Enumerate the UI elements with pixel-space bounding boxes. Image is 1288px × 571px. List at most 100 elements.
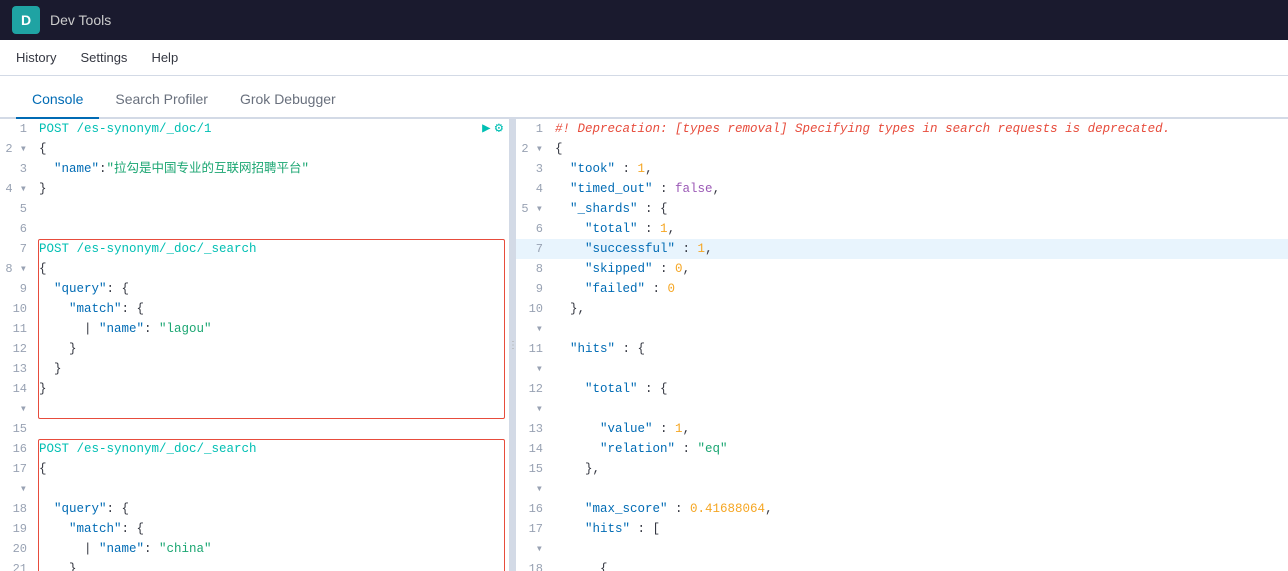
- line-num-13: 13: [0, 359, 35, 379]
- nav-history[interactable]: History: [16, 42, 56, 73]
- r-line-num-3: 3: [516, 159, 551, 179]
- code-line-13: 13 }: [0, 359, 509, 379]
- code-line-10: 10 "match": {: [0, 299, 509, 319]
- r-code-line-7: 7 "successful" : 1,: [516, 239, 1288, 259]
- line-content-20: | "name": "china": [35, 539, 509, 559]
- r-line-num-5: 5 ▾: [516, 199, 551, 219]
- code-line-20: 20 | "name": "china": [0, 539, 509, 559]
- nav-help[interactable]: Help: [151, 42, 178, 73]
- r-line-content-16: "max_score" : 0.41688064,: [551, 499, 1288, 519]
- line-num-12: 12: [0, 339, 35, 359]
- r-line-content-12: "total" : {: [551, 379, 1288, 399]
- line-num-6: 6: [0, 219, 35, 239]
- r-line-num-13: 13: [516, 419, 551, 439]
- bordered-block-1: 7 POST /es-synonym/_doc/_search 8 ▾ { 9 …: [0, 239, 509, 419]
- r-code-line-10: 10 ▾ },: [516, 299, 1288, 339]
- r-code-line-1: 1 #! Deprecation: [types removal] Specif…: [516, 119, 1288, 139]
- line-content-17: {: [35, 459, 509, 479]
- r-line-content-18: {: [551, 559, 1288, 571]
- nav-bar: History Settings Help: [0, 40, 1288, 76]
- line-content-14: }: [35, 379, 509, 399]
- r-line-content-2: {: [551, 139, 1288, 159]
- code-line-8: 8 ▾ {: [0, 259, 509, 279]
- run-button[interactable]: ▶: [482, 119, 490, 139]
- r-line-content-7: "successful" : 1,: [551, 239, 1288, 259]
- r-line-num-15: 15 ▾: [516, 459, 551, 499]
- line-num-3: 3: [0, 159, 35, 179]
- line-num-16: 16: [0, 439, 35, 459]
- code-line-15: 15: [0, 419, 509, 439]
- tab-search-profiler[interactable]: Search Profiler: [99, 81, 224, 119]
- r-line-content-10: },: [551, 299, 1288, 319]
- r-code-line-3: 3 "took" : 1,: [516, 159, 1288, 179]
- right-panel: 1 #! Deprecation: [types removal] Specif…: [516, 119, 1288, 571]
- code-line-14: 14 ▾ }: [0, 379, 509, 419]
- line-1-actions: ▶ ⚙: [482, 119, 509, 139]
- line-num-9: 9: [0, 279, 35, 299]
- line-content-18: "query": {: [35, 499, 509, 519]
- tools-button[interactable]: ⚙: [495, 119, 503, 139]
- r-code-line-6: 6 "total" : 1,: [516, 219, 1288, 239]
- line-content-2: {: [35, 139, 509, 159]
- r-line-content-4: "timed_out" : false,: [551, 179, 1288, 199]
- line-num-17: 17 ▾: [0, 459, 35, 499]
- code-line-7: 7 POST /es-synonym/_doc/_search: [0, 239, 509, 259]
- r-code-line-12: 12 ▾ "total" : {: [516, 379, 1288, 419]
- code-line-17: 17 ▾ {: [0, 459, 509, 499]
- r-code-line-15: 15 ▾ },: [516, 459, 1288, 499]
- line-content-4: }: [35, 179, 509, 199]
- app-title: Dev Tools: [50, 12, 111, 28]
- r-line-num-8: 8: [516, 259, 551, 279]
- r-line-content-9: "failed" : 0: [551, 279, 1288, 299]
- r-line-num-10: 10 ▾: [516, 299, 551, 339]
- line-num-5: 5: [0, 199, 35, 219]
- line-num-10: 10: [0, 299, 35, 319]
- r-line-num-17: 17 ▾: [516, 519, 551, 559]
- r-code-line-2: 2 ▾ {: [516, 139, 1288, 159]
- r-code-line-18: 18 ▾ {: [516, 559, 1288, 571]
- r-code-line-4: 4 "timed_out" : false,: [516, 179, 1288, 199]
- line-num-7: 7: [0, 239, 35, 259]
- code-line-16: 16 POST /es-synonym/_doc/_search: [0, 439, 509, 459]
- line-content-8: {: [35, 259, 509, 279]
- r-line-content-3: "took" : 1,: [551, 159, 1288, 179]
- nav-settings[interactable]: Settings: [80, 42, 127, 73]
- line-content-19: "match": {: [35, 519, 509, 539]
- r-line-content-6: "total" : 1,: [551, 219, 1288, 239]
- line-num-11: 11: [0, 319, 35, 339]
- line-num-1: 1: [0, 119, 35, 139]
- line-content-7: POST /es-synonym/_doc/_search: [35, 239, 509, 259]
- r-line-num-16: 16: [516, 499, 551, 519]
- app-icon: D: [12, 6, 40, 34]
- r-line-content-17: "hits" : [: [551, 519, 1288, 539]
- code-line-2: 2 ▾ {: [0, 139, 509, 159]
- code-line-4: 4 ▾ }: [0, 179, 509, 199]
- code-line-6: 6: [0, 219, 509, 239]
- line-content-1: POST /es-synonym/_doc/1: [35, 119, 482, 139]
- line-num-18: 18: [0, 499, 35, 519]
- tab-grok-debugger[interactable]: Grok Debugger: [224, 81, 352, 119]
- line-content-16: POST /es-synonym/_doc/_search: [35, 439, 509, 459]
- r-code-line-11: 11 ▾ "hits" : {: [516, 339, 1288, 379]
- r-line-num-14: 14: [516, 439, 551, 459]
- line-content-13: }: [35, 359, 509, 379]
- tabs-bar: Console Search Profiler Grok Debugger: [0, 76, 1288, 119]
- line-num-15: 15: [0, 419, 35, 439]
- code-line-5: 5: [0, 199, 509, 219]
- code-line-19: 19 "match": {: [0, 519, 509, 539]
- line-content-11: | "name": "lagou": [35, 319, 509, 339]
- main-content: 1 POST /es-synonym/_doc/1 ▶ ⚙ 2 ▾ { 3 "n…: [0, 119, 1288, 571]
- line-content-21: }: [35, 559, 509, 571]
- left-panel: 1 POST /es-synonym/_doc/1 ▶ ⚙ 2 ▾ { 3 "n…: [0, 119, 510, 571]
- code-line-3: 3 "name":"拉勾是中国专业的互联网招聘平台": [0, 159, 509, 179]
- line-num-4: 4 ▾: [0, 179, 35, 199]
- r-code-line-8: 8 "skipped" : 0,: [516, 259, 1288, 279]
- tab-console[interactable]: Console: [16, 81, 99, 119]
- r-line-num-11: 11 ▾: [516, 339, 551, 379]
- r-code-line-9: 9 "failed" : 0: [516, 279, 1288, 299]
- line-num-20: 20: [0, 539, 35, 559]
- r-line-num-1: 1: [516, 119, 551, 139]
- r-line-num-6: 6: [516, 219, 551, 239]
- r-line-content-1: #! Deprecation: [types removal] Specifyi…: [551, 119, 1288, 139]
- r-code-line-13: 13 "value" : 1,: [516, 419, 1288, 439]
